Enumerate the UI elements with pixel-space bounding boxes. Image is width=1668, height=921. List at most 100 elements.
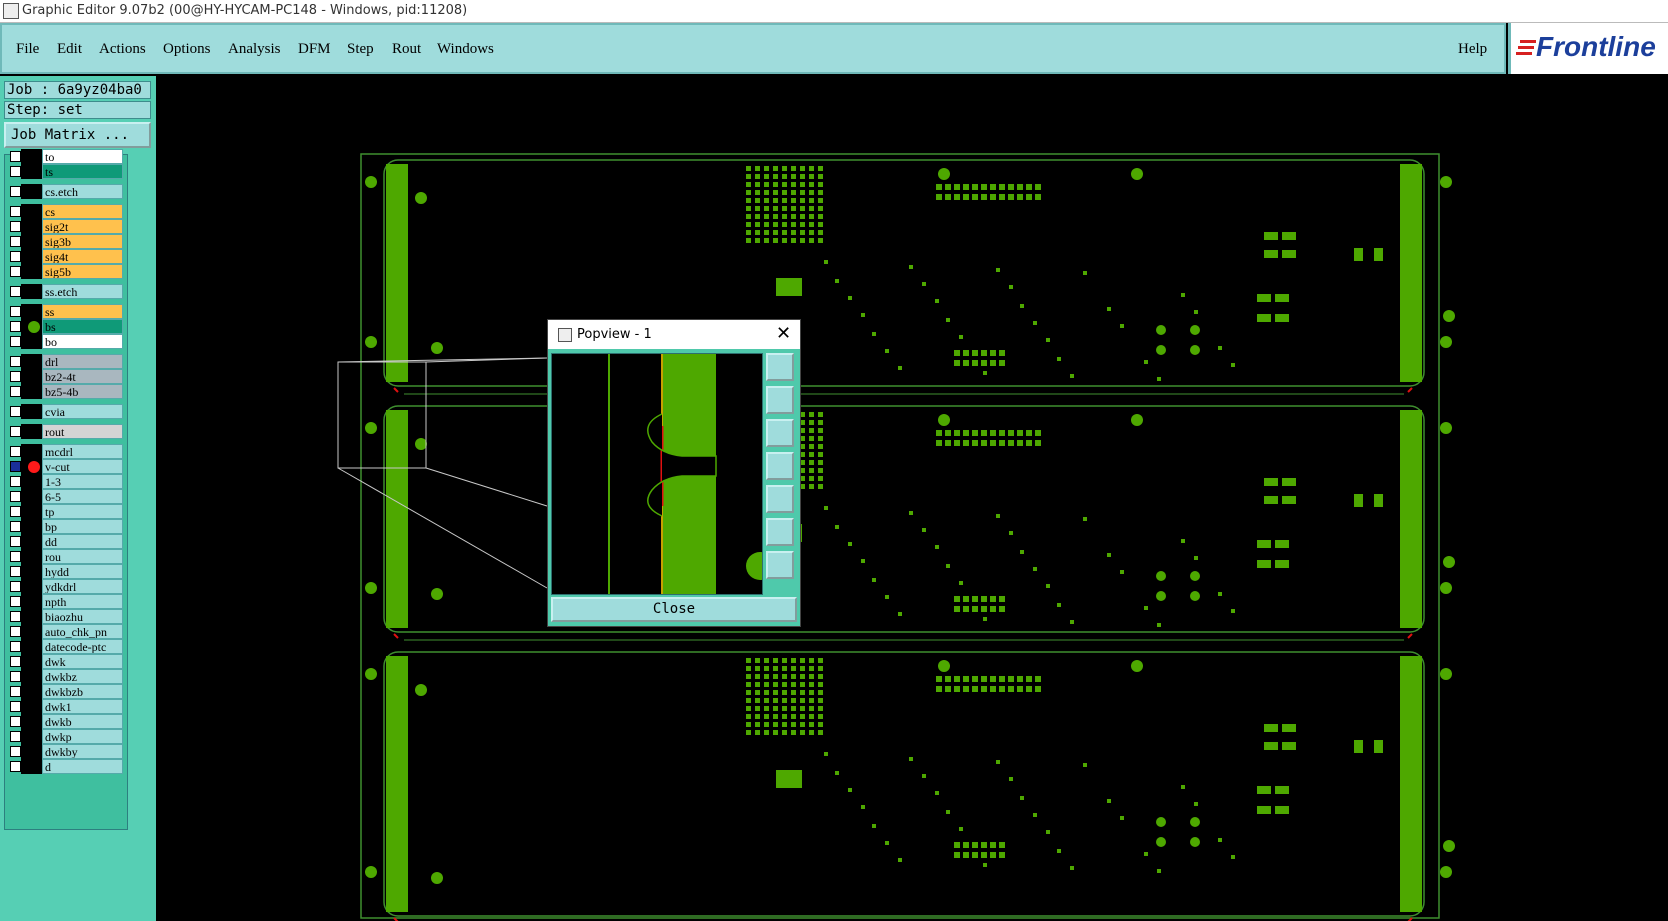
zoom-in-icon[interactable] (766, 518, 794, 546)
popview-close-button[interactable]: Close (551, 597, 797, 622)
menu-help[interactable]: Help (1458, 41, 1487, 58)
layer-status-strip[interactable] (21, 264, 42, 279)
layer-status-strip[interactable] (21, 759, 42, 774)
layer-row[interactable]: d (4, 759, 124, 774)
graphic-canvas[interactable] (156, 76, 1668, 921)
layer-row[interactable]: dwk (4, 654, 124, 669)
layer-status-strip[interactable] (21, 489, 42, 504)
layer-name[interactable]: 1-3 (42, 474, 123, 489)
layer-name[interactable]: dwkp (42, 729, 123, 744)
layer-checkbox[interactable] (10, 406, 21, 417)
layer-name[interactable]: dwkby (42, 744, 123, 759)
layer-status-strip[interactable] (21, 729, 42, 744)
layer-checkbox[interactable] (10, 426, 21, 437)
layer-status-strip[interactable] (21, 304, 42, 319)
layer-name[interactable]: auto_chk_pn (42, 624, 123, 639)
menu-rout[interactable]: Rout (392, 41, 421, 58)
job-matrix-button[interactable]: Job Matrix ... (4, 122, 151, 148)
layer-status-strip[interactable] (21, 474, 42, 489)
layer-status-strip[interactable] (21, 744, 42, 759)
layer-name[interactable]: tp (42, 504, 123, 519)
layer-name[interactable]: sig4t (42, 249, 123, 264)
layer-checkbox[interactable] (10, 166, 21, 177)
layer-row[interactable]: mcdrl (4, 444, 124, 459)
layer-row[interactable]: to (4, 149, 124, 164)
layer-name[interactable]: ydkdrl (42, 579, 123, 594)
layer-checkbox[interactable] (10, 656, 21, 667)
layer-checkbox[interactable] (10, 536, 21, 547)
layer-status-strip[interactable] (21, 654, 42, 669)
layer-checkbox[interactable] (10, 186, 21, 197)
layer-name[interactable]: bp (42, 519, 123, 534)
layer-row[interactable]: bo (4, 334, 124, 349)
layer-name[interactable]: sig2t (42, 219, 123, 234)
layer-name[interactable]: rout (42, 424, 123, 439)
layer-name[interactable]: dwkbzb (42, 684, 123, 699)
layer-name[interactable]: dwk1 (42, 699, 123, 714)
layer-row[interactable]: tp (4, 504, 124, 519)
layer-status-strip[interactable] (21, 219, 42, 234)
layer-name[interactable]: ts (42, 164, 123, 179)
layer-status-strip[interactable] (21, 424, 42, 439)
layer-name[interactable]: cs (42, 204, 123, 219)
layer-checkbox[interactable] (10, 611, 21, 622)
layer-name[interactable]: drl (42, 354, 123, 369)
layer-row[interactable]: datecode-ptc (4, 639, 124, 654)
layer-status-strip[interactable] (21, 444, 42, 459)
layer-status-strip[interactable] (21, 564, 42, 579)
layer-name[interactable]: biaozhu (42, 609, 123, 624)
layer-row[interactable]: drl (4, 354, 124, 369)
layer-row[interactable]: sig5b (4, 264, 124, 279)
layer-checkbox[interactable] (10, 596, 21, 607)
layer-name[interactable]: bs (42, 319, 123, 334)
layer-name[interactable]: datecode-ptc (42, 639, 123, 654)
layer-status-strip[interactable] (21, 594, 42, 609)
layer-row[interactable]: dwk1 (4, 699, 124, 714)
layer-status-strip[interactable] (21, 284, 42, 299)
zoom-fit-icon[interactable] (766, 353, 794, 381)
layer-row[interactable]: ss.etch (4, 284, 124, 299)
layer-status-strip[interactable] (21, 669, 42, 684)
pan-down-icon[interactable] (766, 419, 794, 447)
popview-canvas[interactable] (551, 353, 763, 595)
layer-name[interactable]: dwk (42, 654, 123, 669)
layer-checkbox[interactable] (10, 371, 21, 382)
zoom-out-icon[interactable] (766, 551, 794, 579)
layer-name[interactable]: rou (42, 549, 123, 564)
layer-row[interactable]: bz5-4b (4, 384, 124, 399)
layer-row[interactable]: v-cut (4, 459, 124, 474)
layer-checkbox[interactable] (10, 716, 21, 727)
layer-name[interactable]: v-cut (42, 459, 123, 474)
layer-row[interactable]: biaozhu (4, 609, 124, 624)
layer-checkbox[interactable] (10, 206, 21, 217)
layer-row[interactable]: dwkbzb (4, 684, 124, 699)
layer-name[interactable]: npth (42, 594, 123, 609)
layer-row[interactable]: dd (4, 534, 124, 549)
layer-checkbox[interactable] (10, 461, 21, 472)
layer-checkbox[interactable] (10, 446, 21, 457)
layer-status-strip[interactable] (21, 579, 42, 594)
layer-checkbox[interactable] (10, 551, 21, 562)
layer-name[interactable]: ss.etch (42, 284, 123, 299)
layer-checkbox[interactable] (10, 491, 21, 502)
layer-row[interactable]: dwkp (4, 729, 124, 744)
layer-checkbox[interactable] (10, 686, 21, 697)
layer-name[interactable]: sig3b (42, 234, 123, 249)
layer-row[interactable]: npth (4, 594, 124, 609)
layer-name[interactable]: to (42, 149, 123, 164)
layer-name[interactable]: d (42, 759, 123, 774)
layer-name[interactable]: mcdrl (42, 444, 123, 459)
layer-name[interactable]: sig5b (42, 264, 123, 279)
menu-step[interactable]: Step (347, 41, 374, 58)
layer-row[interactable]: sig4t (4, 249, 124, 264)
menu-options[interactable]: Options (163, 41, 211, 58)
layer-row[interactable]: cvia (4, 404, 124, 419)
layer-row[interactable]: auto_chk_pn (4, 624, 124, 639)
layer-checkbox[interactable] (10, 306, 21, 317)
layer-checkbox[interactable] (10, 626, 21, 637)
layer-row[interactable]: sig2t (4, 219, 124, 234)
layer-name[interactable]: cs.etch (42, 184, 123, 199)
layer-row[interactable]: 6-5 (4, 489, 124, 504)
layer-checkbox[interactable] (10, 701, 21, 712)
layer-row[interactable]: ydkdrl (4, 579, 124, 594)
